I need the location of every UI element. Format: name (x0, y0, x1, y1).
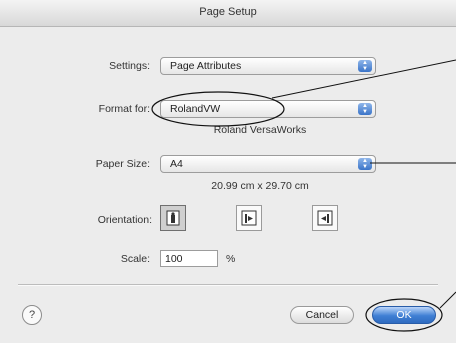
scale-unit: % (226, 253, 236, 265)
orientation-landscape-button[interactable] (236, 205, 262, 231)
printer-description: Roland VersaWorks (213, 124, 307, 136)
up-down-arrows-icon: ▲ ▼ (358, 60, 372, 72)
format-for-label: Format for: (98, 103, 150, 115)
settings-popup[interactable]: Page Attributes ▲ ▼ (160, 57, 376, 75)
callout-line-ok (439, 291, 456, 309)
settings-label: Settings: (109, 60, 150, 72)
ok-button[interactable]: OK (372, 306, 436, 324)
scale-input[interactable]: 100 (160, 250, 218, 267)
scale-label: Scale: (120, 253, 150, 265)
page-setup-dialog: Page Setup Settings: Page Attributes ▲ ▼ … (0, 0, 456, 343)
orientation-portrait-button[interactable] (160, 205, 186, 231)
orientation-landscape-reversed-button[interactable] (312, 205, 338, 231)
up-down-arrows-icon: ▲ ▼ (358, 158, 372, 170)
paper-dimensions: 20.99 cm x 29.70 cm (211, 180, 309, 192)
landscape-person-icon (241, 210, 257, 226)
format-for-value: RolandVW (170, 103, 221, 115)
settings-value: Page Attributes (170, 60, 242, 72)
format-for-popup[interactable]: RolandVW ▲ ▼ (160, 100, 376, 118)
paper-size-label: Paper Size: (95, 158, 150, 170)
separator (18, 284, 438, 286)
help-button[interactable]: ? (22, 305, 42, 325)
paper-size-value: A4 (170, 158, 183, 170)
up-down-arrows-icon: ▲ ▼ (358, 103, 372, 115)
window-title: Page Setup (199, 6, 257, 18)
landscape-reversed-person-icon (317, 210, 333, 226)
paper-size-popup[interactable]: A4 ▲ ▼ (160, 155, 376, 173)
cancel-button[interactable]: Cancel (290, 306, 354, 324)
orientation-label: Orientation: (97, 214, 152, 226)
question-mark-icon: ? (28, 309, 36, 321)
portrait-person-icon (166, 210, 180, 226)
title-bar: Page Setup (0, 0, 456, 27)
